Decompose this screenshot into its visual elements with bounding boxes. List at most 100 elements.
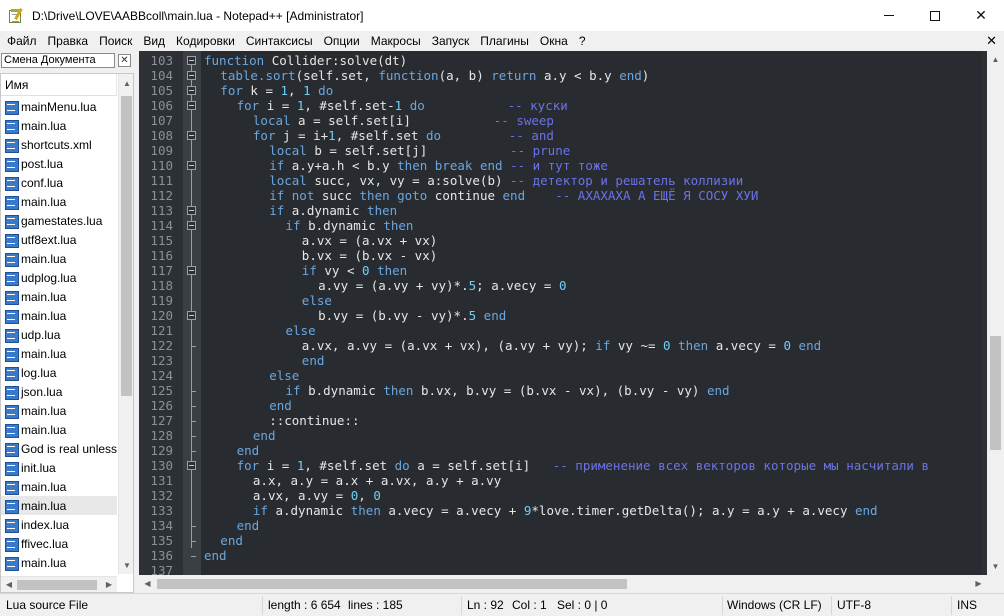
close-button[interactable]: ✕ <box>958 0 1004 31</box>
menu-encoding[interactable]: Кодировки <box>170 34 240 48</box>
scrollbar-thumb[interactable] <box>121 96 132 396</box>
fold-toggle-icon[interactable] <box>187 311 196 320</box>
code-line[interactable]: if a.dynamic then a.vecy = a.vecy + 9*lo… <box>253 503 878 518</box>
menu-settings[interactable]: Опции <box>318 34 365 48</box>
fold-toggle-icon[interactable] <box>187 86 196 95</box>
scroll-left-arrow-icon[interactable]: ◀ <box>139 575 156 593</box>
scroll-up-arrow-icon[interactable]: ▲ <box>119 76 133 92</box>
maximize-button[interactable] <box>912 0 958 31</box>
document-list-item[interactable]: shortcuts.xml <box>1 135 117 154</box>
title-bar[interactable]: D:\Drive\LOVE\AABBcoll\main.lua - Notepa… <box>0 0 1004 31</box>
code-line[interactable]: end <box>204 548 227 563</box>
code-line[interactable]: table.sort(self.set, function(a, b) retu… <box>220 68 649 83</box>
scroll-up-arrow-icon[interactable]: ▲ <box>987 51 1004 68</box>
menu-search[interactable]: Поиск <box>93 34 137 48</box>
code-line[interactable]: a.vy = (a.vy + vy)*.5; a.vecy = 0 <box>318 278 566 293</box>
code-line[interactable]: function Collider:solve(dt) <box>204 53 407 68</box>
code-line[interactable]: for i = 1, #self.set do a = self.set[i] … <box>237 458 929 473</box>
scrollbar-thumb[interactable] <box>17 580 97 590</box>
menu-language[interactable]: Синтаксисы <box>240 34 318 48</box>
code-line[interactable]: else <box>269 368 299 383</box>
document-list-item[interactable]: main.lua <box>1 344 117 363</box>
code-line[interactable]: if not succ then goto continue end -- АХ… <box>269 188 758 203</box>
code-line[interactable]: a.vx = (a.vx + vx) <box>302 233 437 248</box>
column-header-name[interactable]: Имя <box>1 74 117 96</box>
menu-run[interactable]: Запуск <box>426 34 475 48</box>
document-list-item[interactable]: main.lua <box>1 401 117 420</box>
fold-toggle-icon[interactable] <box>187 461 196 470</box>
document-list-item[interactable]: json.lua <box>1 382 117 401</box>
fold-toggle-icon[interactable] <box>187 161 196 170</box>
menu-macro[interactable]: Макросы <box>365 34 426 48</box>
code-line[interactable]: for j = i+1, #self.set do -- and <box>253 128 554 143</box>
code-line[interactable]: local a = self.set[i] -- sweep <box>253 113 554 128</box>
code-line[interactable]: local succ, vx, vy = a:solve(b) -- детек… <box>269 173 743 188</box>
panel-close-icon[interactable]: ✕ <box>118 54 131 67</box>
document-list-item[interactable]: ffivec.lua <box>1 534 117 553</box>
menu-file[interactable]: Файл <box>0 34 42 48</box>
code-line[interactable]: end <box>237 518 260 533</box>
scroll-down-arrow-icon[interactable]: ▼ <box>119 558 133 574</box>
code-line[interactable]: if b.dynamic then b.vx, b.vy = (b.vx - v… <box>286 383 730 398</box>
fold-toggle-icon[interactable] <box>187 206 196 215</box>
code-line[interactable]: b.vy = (b.vy - vy)*.5 end <box>318 308 506 323</box>
code-line[interactable]: end <box>220 533 243 548</box>
document-list-item[interactable]: main.lua <box>1 553 117 572</box>
document-list-item[interactable]: main.lua <box>1 477 117 496</box>
code-line[interactable]: ::continue:: <box>269 413 359 428</box>
minimize-button[interactable] <box>866 0 912 31</box>
code-editor[interactable]: 103 104 105 106 107 108 109 110 111 112 113 114 115 1… <box>139 51 1004 593</box>
document-list-item[interactable]: main.lua <box>1 306 117 325</box>
scroll-right-arrow-icon[interactable]: ▶ <box>101 577 117 592</box>
code-line[interactable]: b.vx = (b.vx - vx) <box>302 248 437 263</box>
scroll-down-arrow-icon[interactable]: ▼ <box>987 558 1004 575</box>
code-line[interactable]: if vy < 0 then <box>302 263 407 278</box>
document-list-item[interactable]: main.lua <box>1 192 117 211</box>
document-list-item[interactable]: post.lua <box>1 154 117 173</box>
code-line[interactable]: for i = 1, #self.set-1 do -- куски <box>237 98 568 113</box>
fold-toggle-icon[interactable] <box>187 56 196 65</box>
code-line[interactable]: a.x, a.y = a.x + a.vx, a.y + a.vy <box>253 473 501 488</box>
code-line[interactable]: a.vx, a.vy = (a.vx + vx), (a.vy + vy); i… <box>302 338 821 353</box>
fold-toggle-icon[interactable] <box>187 101 196 110</box>
menu-plugins[interactable]: Плагины <box>474 34 534 48</box>
fold-toggle-icon[interactable] <box>187 71 196 80</box>
document-list-item[interactable]: mainMenu.lua <box>1 97 117 116</box>
code-line[interactable]: if a.y+a.h < b.y then break end -- и тут… <box>269 158 608 173</box>
menu-edit[interactable]: Правка <box>42 34 94 48</box>
document-list-item[interactable]: main.lua <box>1 496 117 515</box>
document-list-item[interactable]: main.lua <box>1 116 117 135</box>
close-document-icon[interactable]: ✕ <box>986 33 997 49</box>
menu-help[interactable]: ? <box>573 34 591 48</box>
code-line[interactable]: local b = self.set[j] -- prune <box>269 143 570 158</box>
menu-window[interactable]: Окна <box>534 34 573 48</box>
document-list-vertical-scrollbar[interactable]: ▲ ▼ <box>118 74 133 574</box>
menu-view[interactable]: Вид <box>137 34 170 48</box>
document-list-horizontal-scrollbar[interactable]: ◀ ▶ <box>1 576 117 592</box>
document-list-item[interactable]: main.lua <box>1 287 117 306</box>
scroll-left-arrow-icon[interactable]: ◀ <box>1 577 17 592</box>
document-list-item[interactable]: init.lua <box>1 458 117 477</box>
code-line[interactable]: for k = 1, 1 do <box>220 83 333 98</box>
code-line[interactable]: if b.dynamic then <box>286 218 414 233</box>
code-line[interactable]: else <box>286 323 316 338</box>
editor-horizontal-scrollbar[interactable]: ◀ ▶ <box>139 575 987 593</box>
status-eol-format[interactable]: Windows (CR LF) <box>727 598 822 612</box>
document-list-item[interactable]: main.lua <box>1 249 117 268</box>
document-list-item[interactable]: udp.lua <box>1 325 117 344</box>
scroll-right-arrow-icon[interactable]: ▶ <box>970 575 987 593</box>
scrollbar-thumb[interactable] <box>157 579 627 589</box>
code-text-area[interactable]: function Collider:solve(dt) table.sort(se… <box>201 51 982 575</box>
fold-toggle-icon[interactable] <box>187 266 196 275</box>
code-line[interactable]: if a.dynamic then <box>269 203 397 218</box>
fold-toggle-icon[interactable] <box>187 131 196 140</box>
code-line[interactable]: else <box>302 293 332 308</box>
code-line[interactable]: end <box>253 428 276 443</box>
code-line[interactable]: end <box>302 353 325 368</box>
fold-margin[interactable] <box>183 51 201 575</box>
document-list-item[interactable]: gamestates.lua <box>1 211 117 230</box>
document-list-item[interactable]: log.lua <box>1 363 117 382</box>
document-list-item[interactable]: main.lua <box>1 420 117 439</box>
code-line[interactable]: a.vx, a.vy = 0, 0 <box>253 488 381 503</box>
document-list-item[interactable]: God is real unless <box>1 439 117 458</box>
